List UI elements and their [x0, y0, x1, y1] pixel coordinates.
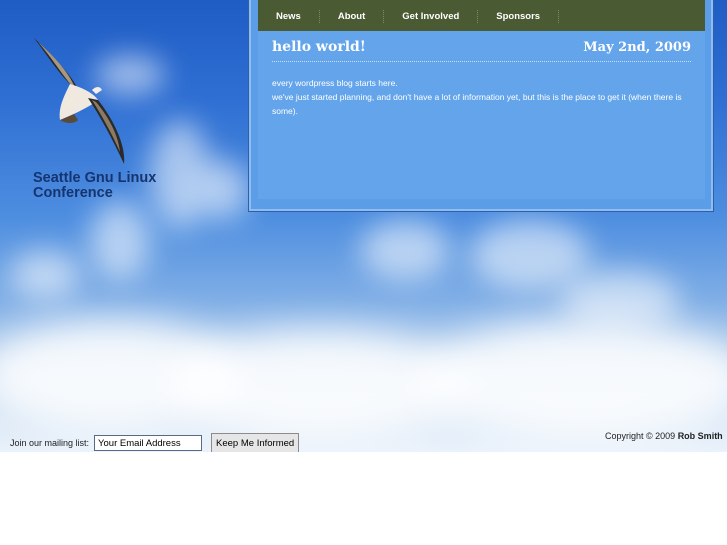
- copyright-author: Rob Smith: [677, 431, 723, 441]
- post-title[interactable]: hello world!: [272, 39, 366, 55]
- main-panel: News About Get Involved Sponsors hello w…: [249, 0, 713, 211]
- post-body-line2: we've just started planning, and don't h…: [272, 92, 682, 116]
- page-background: Seattle Gnu Linux Conference News About …: [0, 0, 727, 452]
- post-body: every wordpress blog starts here. we've …: [272, 76, 691, 118]
- nav-item-about[interactable]: About: [320, 10, 385, 23]
- post-content: hello world! May 2nd, 2009 every wordpre…: [258, 31, 705, 199]
- cloud: [90, 200, 150, 280]
- email-field[interactable]: [94, 435, 203, 451]
- site-title[interactable]: Seattle Gnu Linux Conference: [33, 171, 156, 201]
- nav-item-news[interactable]: News: [258, 10, 320, 23]
- cloud: [560, 270, 680, 330]
- cloud: [360, 220, 450, 280]
- cloud: [470, 220, 590, 290]
- seagull-icon: [34, 38, 125, 164]
- site-title-line1: Seattle Gnu Linux: [33, 170, 157, 186]
- cloud: [10, 250, 80, 300]
- mailing-list-form: Join our mailing list: Keep Me Informed: [10, 433, 300, 452]
- site-title-line2: Conference: [33, 185, 113, 201]
- keep-me-informed-button[interactable]: Keep Me Informed: [211, 433, 300, 452]
- post-body-line1: every wordpress blog starts here.: [272, 78, 398, 88]
- cloud: [195, 160, 250, 220]
- copyright: Copyright © 2009 Rob Smith: [605, 431, 723, 441]
- nav-item-get-involved[interactable]: Get Involved: [384, 10, 479, 23]
- nav-item-sponsors[interactable]: Sponsors: [478, 10, 560, 23]
- post-header: hello world! May 2nd, 2009: [272, 39, 691, 62]
- copyright-text: Copyright © 2009: [605, 431, 676, 441]
- cloud: [420, 320, 727, 440]
- nav-bar: News About Get Involved Sponsors: [258, 0, 705, 31]
- mailing-list-label: Join our mailing list:: [10, 438, 90, 448]
- post-date: May 2nd, 2009: [583, 40, 691, 55]
